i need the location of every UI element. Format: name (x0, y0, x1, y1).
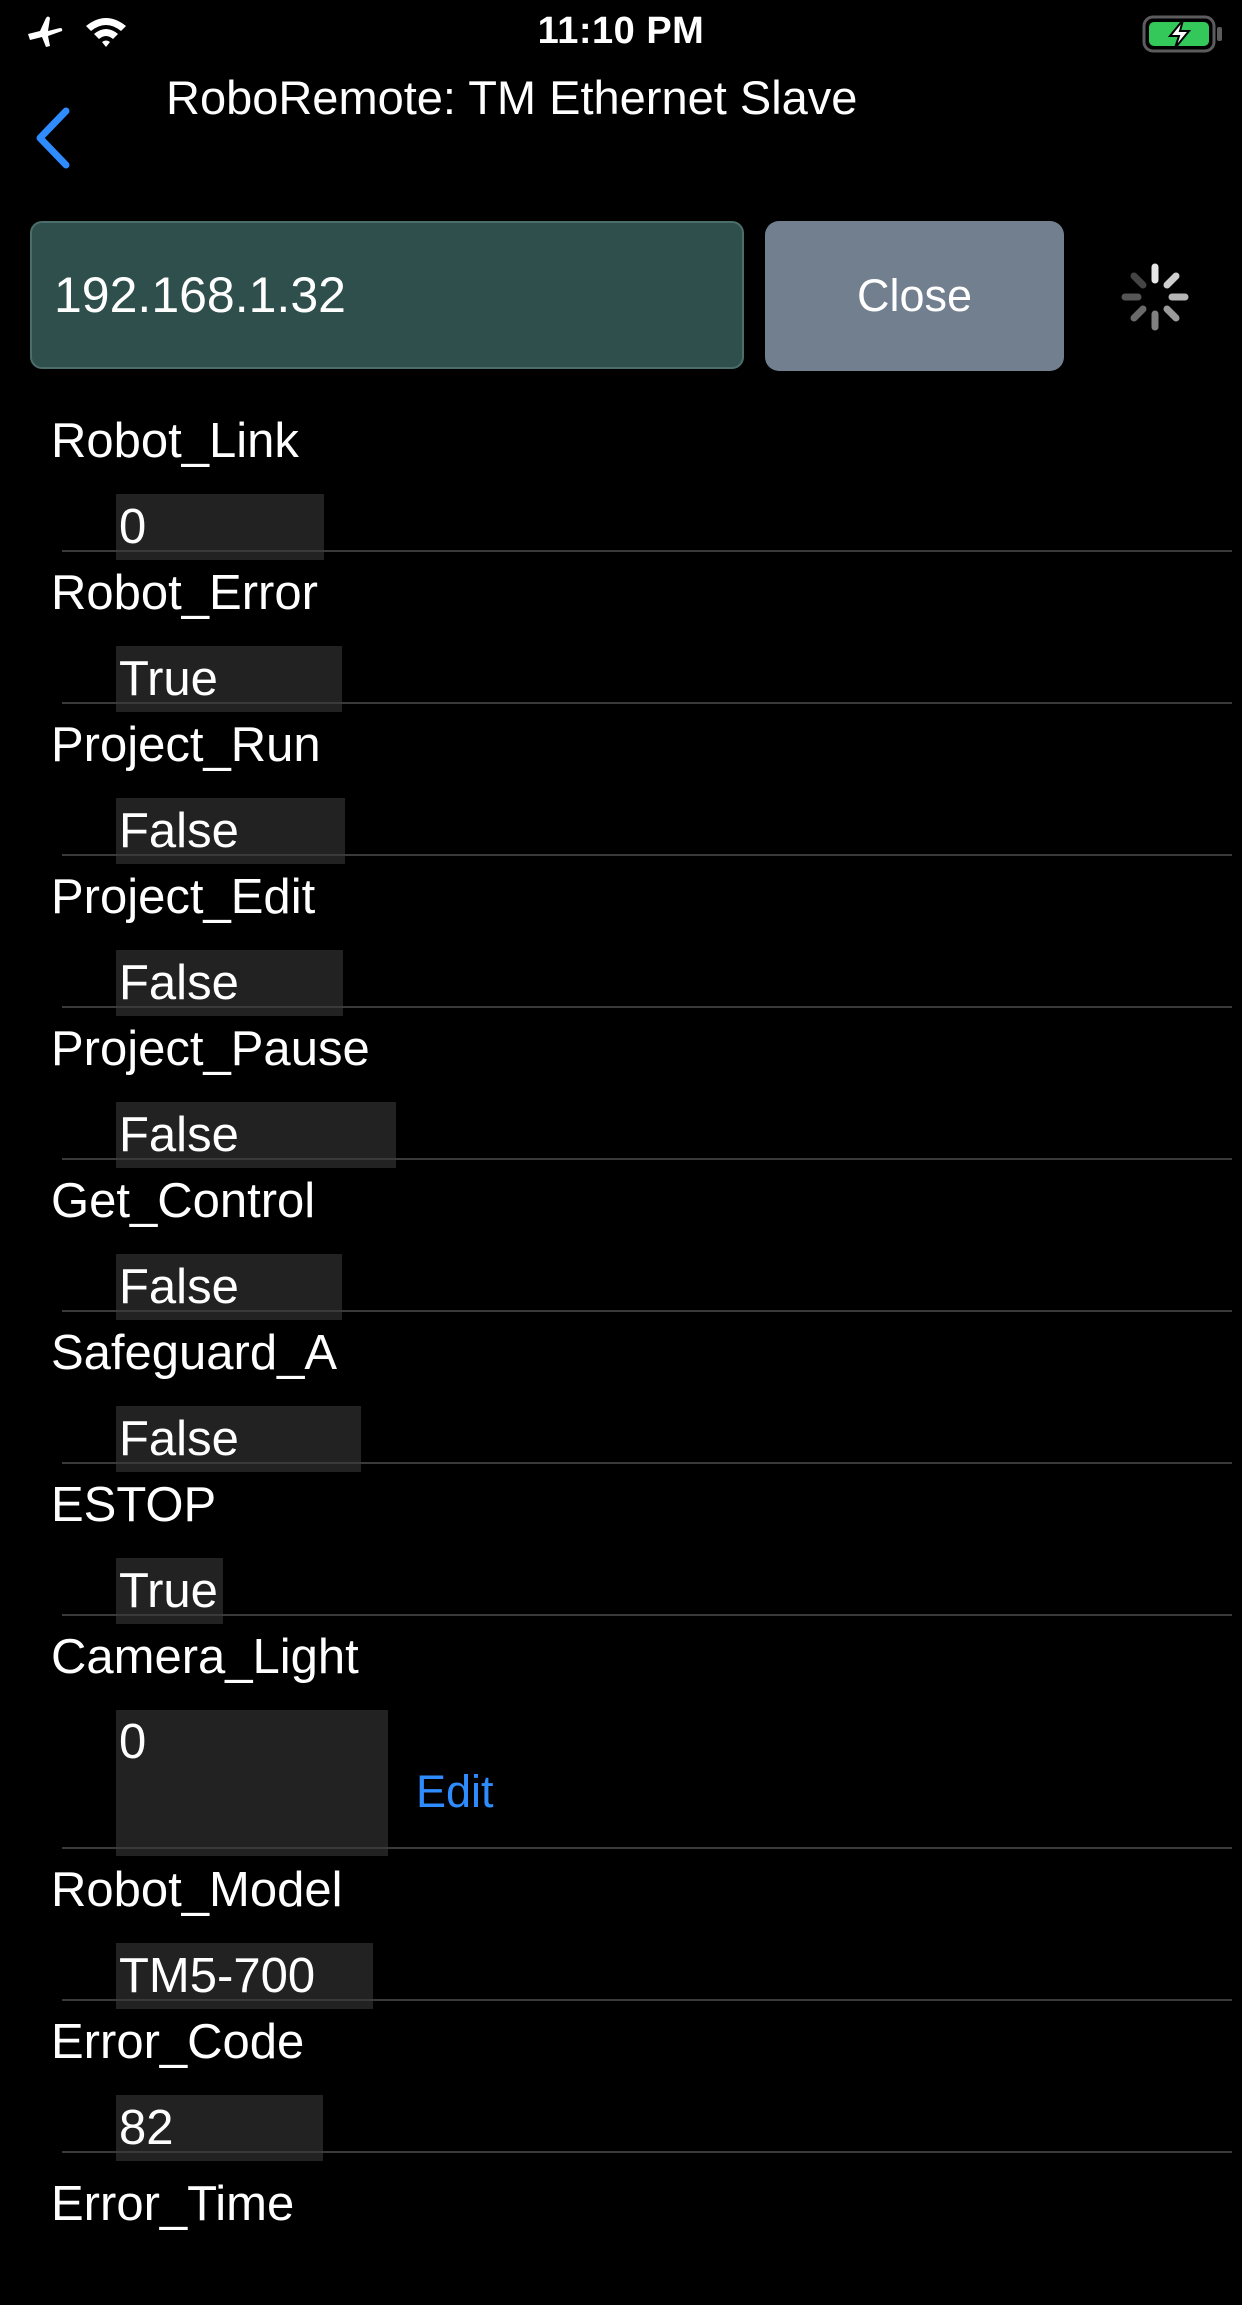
page-title: RoboRemote: TM Ethernet Slave (166, 71, 858, 124)
list-item: Safeguard_A False (0, 1312, 1242, 1472)
list-item: Error_Time (0, 2153, 1242, 2305)
variable-name: Safeguard_A (51, 1326, 338, 1380)
variable-name: Project_Pause (51, 1022, 370, 1076)
status-time: 11:10 PM (537, 10, 705, 52)
variable-name: Robot_Link (51, 414, 299, 468)
variable-list: Robot_Link 0 Robot_Error True Project_Ru… (0, 400, 1242, 2305)
variable-name: Robot_Error (51, 566, 318, 620)
variable-name: Get_Control (51, 1174, 316, 1228)
close-button[interactable]: Close (765, 221, 1064, 371)
list-item: ESTOP True (0, 1464, 1242, 1624)
battery-charging-icon (1142, 14, 1224, 59)
variable-name: Project_Edit (51, 870, 316, 924)
list-item: Project_Pause False (0, 1008, 1242, 1168)
list-item: Project_Run False (0, 704, 1242, 864)
list-item: Robot_Error True (0, 552, 1242, 712)
loading-spinner-icon (1120, 262, 1190, 332)
variable-name: Error_Code (51, 2015, 305, 2069)
list-item: Robot_Link 0 (0, 400, 1242, 560)
ip-address-input[interactable] (30, 221, 744, 369)
list-item: Camera_Light 0 Edit (0, 1616, 1242, 1856)
variable-name: ESTOP (51, 1478, 217, 1532)
list-item: Robot_Model TM5-700 (0, 1849, 1242, 2009)
variable-name: Project_Run (51, 718, 321, 772)
variable-name: Error_Time (51, 2177, 295, 2231)
list-item: Get_Control False (0, 1160, 1242, 1320)
edit-button[interactable]: Edit (416, 1766, 494, 1818)
variable-name: Camera_Light (51, 1630, 359, 1684)
variable-value: 0 (116, 1710, 388, 1856)
list-item: Project_Edit False (0, 856, 1242, 1016)
back-button[interactable] (22, 100, 82, 180)
chevron-left-icon (30, 105, 74, 176)
list-item: Error_Code 82 (0, 2001, 1242, 2161)
variable-name: Robot_Model (51, 1863, 343, 1917)
status-bar: 11:10 PM (0, 0, 1242, 66)
